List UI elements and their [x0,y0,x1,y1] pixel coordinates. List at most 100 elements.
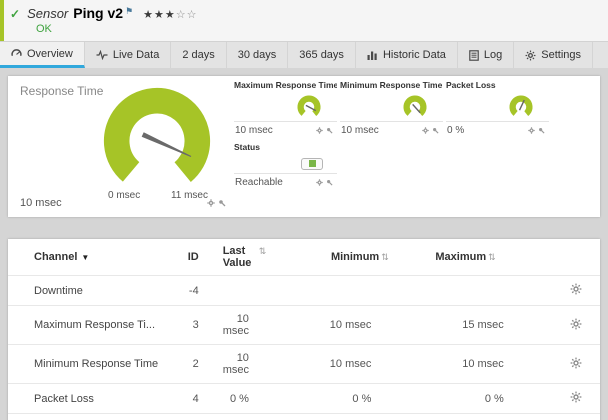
channel-last-value: 10 msec [216,305,295,345]
column-label: ID [187,251,199,263]
pin-icon[interactable] [326,179,333,186]
channel-maximum: 11 msec [423,413,552,420]
tab-label: Settings [541,49,582,61]
table-row-max-response: Maximum Response Ti... 3 10 msec 10 msec… [8,305,600,345]
channel-minimum: 10 msec [294,305,424,345]
mini-gauge [297,94,321,119]
gear-icon[interactable] [422,126,429,134]
tab-overview[interactable]: Overview [0,42,85,68]
gear-icon [525,50,536,60]
channel-maximum: 15 msec [423,305,552,345]
gear-icon[interactable] [207,199,215,207]
table-row-packet-loss: Packet Loss 4 0 % 0 % 0 % [8,383,600,414]
prtg-sensor-page: ✓ Sensor Ping v2 ⚑ ★★★☆☆ OK Overview Liv… [0,0,608,420]
gear-icon[interactable] [316,178,323,186]
chevron-down-icon: ▼ [81,253,90,262]
pin-icon[interactable] [326,127,333,134]
channel-id: 3 [180,305,217,345]
channel-minimum: 10 msec [294,413,424,420]
sort-icon: ⇅ [258,246,267,256]
channel-minimum [294,275,424,306]
channel-id: 2 [180,344,217,384]
tab-historic-data[interactable]: Historic Data [356,42,458,68]
title-row: ✓ Sensor Ping v2 ⚑ ★★★☆☆ [10,5,600,21]
channel-maximum: 0 % [423,383,552,414]
pin-icon[interactable] [538,127,545,134]
mini-gauge [403,94,427,119]
tab-bar: Overview Live Data 2 days 30 days 365 da… [0,41,608,68]
channel-last-value: 0 % [216,383,295,414]
column-header-actions [552,239,600,276]
status-block: Status Reachable [234,142,337,190]
accent-bar [0,0,4,41]
ok-check-icon: ✓ [10,7,21,21]
main-gauge-value: 10 msec [20,197,62,209]
mini-gauge-value: 10 msec [341,124,379,136]
channel-id: 4 [180,383,217,414]
status-title: Status [234,142,260,152]
gear-icon[interactable] [316,126,323,134]
stars-filled[interactable]: ★★★ [143,9,176,21]
column-header-last-value[interactable]: Last Value ⇅ [217,239,295,276]
stars-empty[interactable]: ☆☆ [176,9,198,21]
column-label: Maximum [435,251,487,263]
pin-icon[interactable] [218,199,226,207]
mini-gauges-zone: Maximum Response Time 10 msec Minimum Re… [234,80,552,190]
table-row-downtime: Downtime -4 [8,275,600,306]
channel-maximum: 10 msec [423,344,552,384]
channel-settings-icon[interactable] [570,283,582,295]
channel-minimum: 0 % [294,383,424,414]
priority-stars[interactable]: ★★★☆☆ [143,8,197,21]
tab-settings[interactable]: Settings [514,42,594,68]
tab-label: Live Data [112,49,160,61]
column-header-maximum[interactable]: Maximum ⇅ [423,239,551,276]
status-badge: OK [36,23,52,35]
mini-gauge-max-response: Maximum Response Time 10 msec [234,80,337,138]
tab-2-days[interactable]: 2 days [171,42,227,68]
table-row-response-time: Response Time 0 10 msec 10 msec 11 msec [8,413,600,420]
channel-settings-icon[interactable] [570,357,582,369]
waveform-icon [96,50,108,60]
channel-name: Downtime [8,275,181,306]
mini-gauge-title: Minimum Response Time [340,80,443,90]
column-header-minimum[interactable]: Minimum ⇅ [295,239,423,276]
channel-id: -4 [180,275,217,306]
gear-icon[interactable] [528,126,535,134]
mini-gauge-value: 10 msec [235,124,273,136]
mini-gauge-packet-loss: Packet Loss 0 % [446,80,549,138]
status-led-icon [301,157,323,170]
tab-label: Historic Data [382,49,446,61]
table-row-min-response: Minimum Response Time 2 10 msec 10 msec … [8,344,600,384]
mini-gauge-min-response: Minimum Response Time 10 msec [340,80,443,138]
tab-label: 30 days [237,49,277,61]
sensor-header: ✓ Sensor Ping v2 ⚑ ★★★☆☆ OK [0,0,608,41]
overview-content: Response Time 0 msec 11 msec 10 msec Max… [0,68,608,420]
tab-label: Log [483,49,503,61]
tab-log[interactable]: Log [458,42,515,68]
gauge-needle [412,103,421,113]
page-title: Ping v2 [73,5,124,21]
pin-icon[interactable] [432,127,439,134]
bar-chart-icon [367,51,377,60]
tab-30-days[interactable]: 30 days [227,42,289,68]
column-header-channel[interactable]: Channel ▼ [8,239,181,276]
column-label: Channel [34,251,78,263]
column-header-id[interactable]: ID [181,239,217,276]
flag-icon: ⚑ [125,6,134,16]
tab-365-days[interactable]: 365 days [288,42,356,68]
status-value: Reachable [235,176,283,188]
channels-table: Channel ▼ ID Last Value ⇅ Minimum ⇅ Maximum [8,239,600,420]
column-label: Minimum [330,251,380,263]
gauge-icon [11,49,22,57]
response-time-gauge [103,87,211,195]
column-label: Last Value [222,245,252,269]
table-header-row: Channel ▼ ID Last Value ⇅ Minimum ⇅ Maximum [8,239,600,276]
channel-last-value: 10 msec [216,413,295,420]
main-gauge-value-row: 10 msec [20,197,226,209]
tab-live-data[interactable]: Live Data [85,42,172,68]
channel-settings-icon[interactable] [570,391,582,403]
mini-gauge-title: Maximum Response Time [234,80,337,90]
main-gauge-title: Response Time [20,84,104,98]
channel-settings-icon[interactable] [570,318,582,330]
document-icon [469,49,479,61]
